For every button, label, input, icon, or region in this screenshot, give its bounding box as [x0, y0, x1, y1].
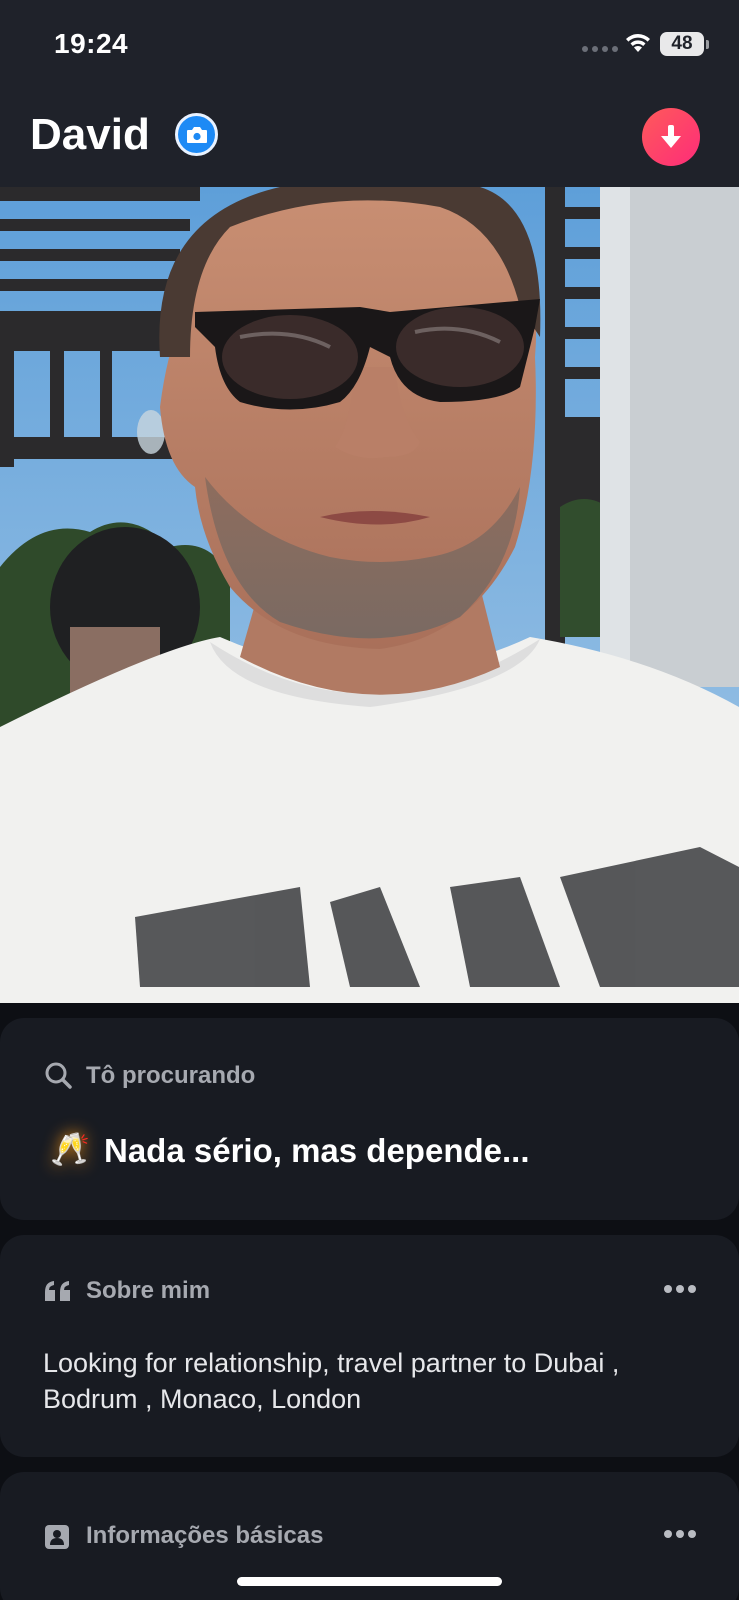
about-me-label: Sobre mim: [86, 1277, 211, 1304]
basic-info-more-button[interactable]: [664, 1530, 696, 1538]
home-indicator[interactable]: [237, 1577, 502, 1586]
quote-icon: [45, 1281, 70, 1301]
collapse-profile-button[interactable]: [642, 108, 700, 166]
clock: 19:24: [54, 28, 129, 59]
about-me-text: Looking for relationship, travel partner…: [43, 1348, 620, 1414]
wifi-icon: [626, 34, 650, 52]
cheers-emoji: 🥂: [50, 1131, 90, 1167]
about-me-card: Sobre mim Looking for relationship, trav…: [0, 1235, 739, 1457]
id-badge-icon: [45, 1525, 69, 1549]
profile-name: David: [30, 110, 150, 159]
looking-for-card: Tô procurando 🥂 Nada sério, mas depende.…: [0, 1018, 739, 1220]
profile-photo-image: [0, 187, 739, 1003]
cellular-signal-icon: [582, 46, 618, 52]
battery-indicator: 48: [660, 32, 704, 56]
search-icon: [45, 1062, 72, 1089]
camera-icon: [186, 126, 207, 143]
looking-for-value: Nada sério, mas depende...: [104, 1132, 530, 1169]
about-more-button[interactable]: [664, 1285, 696, 1293]
photo-verified-badge[interactable]: [175, 113, 218, 156]
battery-nub: [706, 40, 709, 49]
profile-header: David: [0, 88, 739, 187]
arrow-down-icon: [661, 125, 681, 148]
profile-photo[interactable]: [0, 187, 739, 1003]
looking-for-label: Tô procurando: [86, 1062, 256, 1089]
status-bar: 19:24 48: [0, 0, 739, 88]
basic-info-label: Informações básicas: [86, 1522, 324, 1549]
